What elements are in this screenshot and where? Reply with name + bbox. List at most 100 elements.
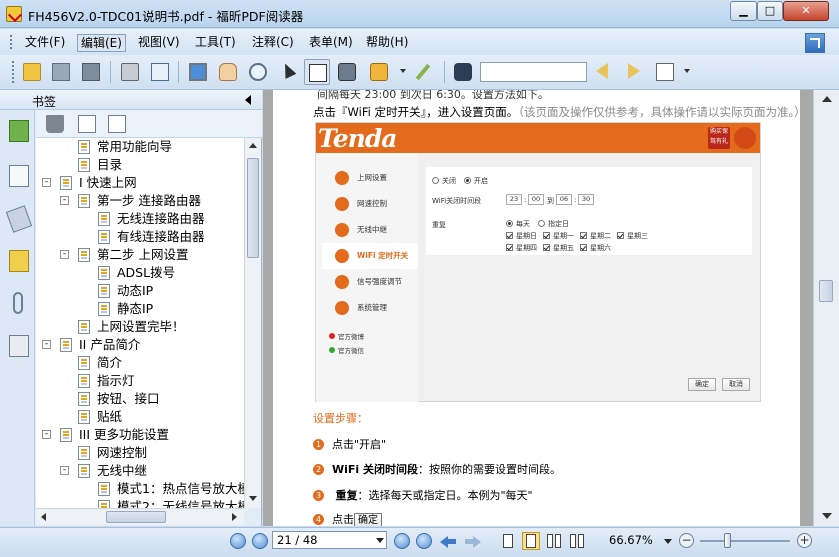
scroll-left-icon[interactable] xyxy=(41,513,46,521)
attachments-tab-icon[interactable] xyxy=(13,292,23,314)
zoom-level[interactable]: 66.67% xyxy=(609,533,653,547)
bookmark-item[interactable]: 无线连接路由器 xyxy=(36,210,244,228)
first-page-icon[interactable] xyxy=(230,533,246,549)
page-number-field[interactable]: 21 / 48 xyxy=(272,531,387,549)
bookmark-item[interactable]: 简介 xyxy=(36,354,244,372)
bookmark-item[interactable]: 模式1：热点信号放大模 xyxy=(36,480,244,498)
document-vertical-scrollbar[interactable] xyxy=(813,90,839,526)
bookmark-item[interactable]: - 无线中继 xyxy=(36,462,244,480)
bookmark-item[interactable]: - I 快速上网 xyxy=(36,174,244,192)
bookmark-item[interactable]: - 第一步 连接路由器 xyxy=(36,192,244,210)
bookmark-item[interactable]: - 第二步 上网设置 xyxy=(36,246,244,264)
snapshot-camera-icon[interactable] xyxy=(334,59,360,85)
single-page-view-icon[interactable] xyxy=(499,532,517,550)
rms-dropdown-icon[interactable] xyxy=(400,69,406,73)
search-document-icon[interactable] xyxy=(652,59,678,85)
scroll-down-icon[interactable] xyxy=(822,513,832,519)
open-folder-icon[interactable] xyxy=(19,59,45,85)
menu-help[interactable]: 帮助(H) xyxy=(363,34,411,52)
collapse-toggle-icon[interactable]: - xyxy=(60,196,69,205)
pages-tab-icon[interactable] xyxy=(9,165,29,187)
facing-view-icon[interactable] xyxy=(545,532,563,550)
select-arrow-icon[interactable] xyxy=(275,59,301,85)
zoom-slider[interactable] xyxy=(700,540,790,542)
bookmark-tools xyxy=(36,110,262,138)
next-page-icon[interactable] xyxy=(394,533,410,549)
delete-bookmark-icon[interactable] xyxy=(46,115,64,133)
scroll-thumb[interactable] xyxy=(106,511,166,523)
zoom-out-icon[interactable]: − xyxy=(679,533,694,548)
search-input[interactable] xyxy=(480,62,587,82)
search-dropdown-icon[interactable] xyxy=(684,69,690,73)
zoom-in-icon[interactable]: + xyxy=(797,533,812,548)
forward-arrow-icon[interactable] xyxy=(465,534,481,548)
zoom-slider-thumb[interactable] xyxy=(724,533,731,548)
hand-tool-icon[interactable] xyxy=(215,59,241,85)
zoom-dropdown-icon[interactable] xyxy=(664,539,672,544)
find-binoculars-icon[interactable] xyxy=(450,59,476,85)
layers-tab-icon[interactable] xyxy=(5,205,33,233)
bookmark-item[interactable]: 常用功能向导 xyxy=(36,138,244,156)
page-dropdown-icon[interactable] xyxy=(376,538,384,543)
rms-icon[interactable] xyxy=(366,59,392,85)
collapse-toggle-icon[interactable]: - xyxy=(60,250,69,259)
menu-view[interactable]: 视图(V) xyxy=(135,34,183,52)
find-previous-icon[interactable] xyxy=(592,59,618,85)
bookmark-item[interactable]: 有线连接路由器 xyxy=(36,228,244,246)
collapse-toggle-icon[interactable]: - xyxy=(60,466,69,475)
bookmark-item[interactable]: 上网设置完毕！ xyxy=(36,318,244,336)
scroll-thumb[interactable] xyxy=(819,280,833,302)
signatures-tab-icon[interactable] xyxy=(9,335,29,357)
bookmark-item[interactable]: 网速控制 xyxy=(36,444,244,462)
add-child-bookmark-icon[interactable] xyxy=(108,115,126,133)
menu-tools[interactable]: 工具(T) xyxy=(192,34,239,52)
bookmark-vertical-scrollbar[interactable] xyxy=(244,138,261,508)
bookmark-item[interactable]: 模式2：无线信号放大模 xyxy=(36,498,244,508)
previous-page-icon[interactable] xyxy=(252,533,268,549)
zoom-tool-icon[interactable] xyxy=(245,59,271,85)
collapse-toggle-icon[interactable]: - xyxy=(42,178,51,187)
bookmark-item[interactable]: 目录 xyxy=(36,156,244,174)
add-bookmark-icon[interactable] xyxy=(78,115,96,133)
menu-edit[interactable]: 编辑(E) xyxy=(77,34,126,52)
scroll-right-icon[interactable] xyxy=(232,513,237,521)
properties-icon[interactable] xyxy=(147,59,173,85)
scroll-up-icon[interactable] xyxy=(822,96,832,102)
last-page-icon[interactable] xyxy=(416,533,432,549)
scroll-down-icon[interactable] xyxy=(249,496,257,501)
collapse-toggle-icon[interactable]: - xyxy=(42,340,51,349)
collapse-panel-icon[interactable] xyxy=(245,95,251,105)
bookmark-item[interactable]: ADSL拨号 xyxy=(36,264,244,282)
monitor-icon[interactable] xyxy=(185,59,211,85)
bookmark-item[interactable]: - III 更多功能设置 xyxy=(36,426,244,444)
save-icon[interactable] xyxy=(48,59,74,85)
continuous-facing-view-icon[interactable] xyxy=(568,532,586,550)
menu-comment[interactable]: 注释(C) xyxy=(249,34,297,52)
bookmark-horizontal-scrollbar[interactable] xyxy=(36,508,244,525)
continuous-view-icon[interactable] xyxy=(522,532,540,550)
save-as-icon[interactable] xyxy=(78,59,104,85)
minimize-button[interactable]: ▁ xyxy=(730,1,757,21)
collapse-toggle-icon[interactable]: - xyxy=(42,430,51,439)
sign-pen-icon[interactable] xyxy=(410,59,436,85)
fullscreen-icon[interactable] xyxy=(805,33,825,53)
bookmarks-tab-icon[interactable] xyxy=(9,120,29,142)
close-button[interactable]: ✕ xyxy=(783,1,829,21)
document-viewport[interactable]: 间隔每天 23:00 到次日 6:30。设置方法如下。 点击『WiFi 定时开关… xyxy=(263,90,813,526)
bookmark-item[interactable]: - II 产品简介 xyxy=(36,336,244,354)
scroll-up-icon[interactable] xyxy=(249,143,257,148)
maximize-button[interactable]: □ xyxy=(757,1,783,21)
bookmark-item[interactable]: 指示灯 xyxy=(36,372,244,390)
bookmark-item[interactable]: 按钮、接口 xyxy=(36,390,244,408)
scroll-thumb[interactable] xyxy=(247,158,259,258)
comments-tab-icon[interactable] xyxy=(9,250,29,272)
menu-form[interactable]: 表单(M) xyxy=(306,34,356,52)
bookmark-item[interactable]: 动态IP xyxy=(36,282,244,300)
menu-file[interactable]: 文件(F) xyxy=(22,34,68,52)
print-icon[interactable] xyxy=(117,59,143,85)
bookmark-item[interactable]: 贴纸 xyxy=(36,408,244,426)
find-next-icon[interactable] xyxy=(620,59,646,85)
back-arrow-icon[interactable] xyxy=(440,534,456,548)
bookmark-item[interactable]: 静态IP xyxy=(36,300,244,318)
select-text-icon[interactable] xyxy=(304,59,330,85)
